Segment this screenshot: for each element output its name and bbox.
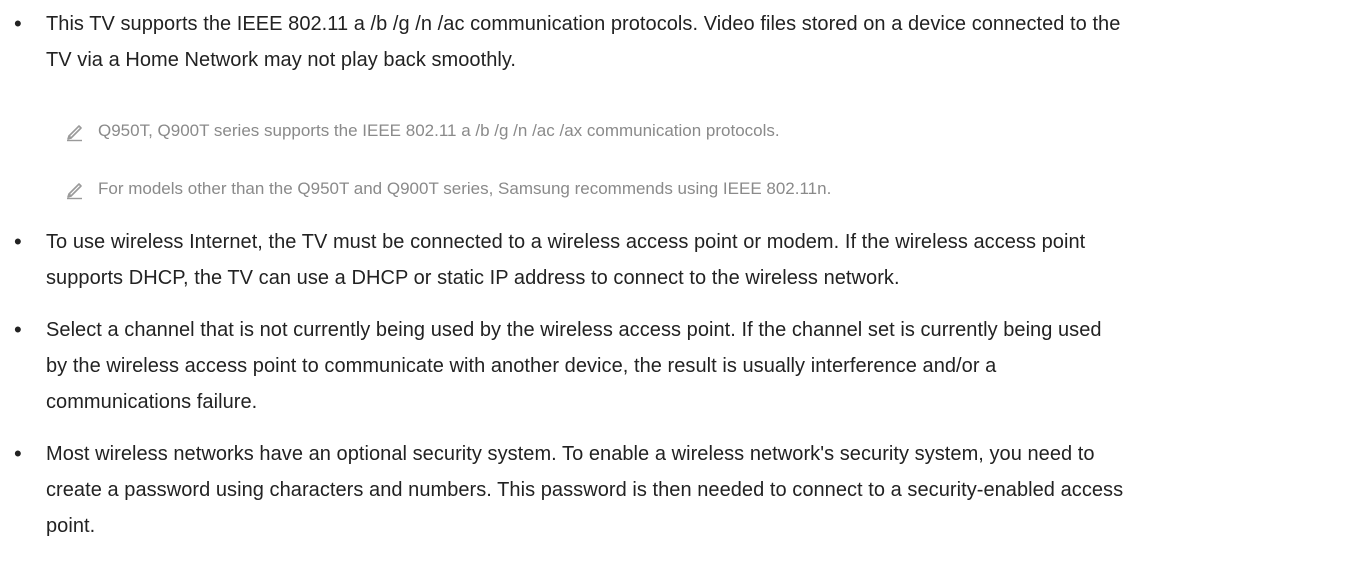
note-text: Q950T, Q900T series supports the IEEE 80… — [98, 121, 780, 140]
pencil-note-icon — [64, 178, 86, 200]
bullet-text: To use wireless Internet, the TV must be… — [46, 231, 1086, 289]
bullet-marker: • — [14, 11, 22, 36]
note-text: For models other than the Q950T and Q900… — [98, 179, 832, 198]
bullet-text: Most wireless networks have an optional … — [46, 443, 1124, 537]
document-page: • This TV supports the IEEE 802.11 a /b … — [0, 0, 1364, 583]
bullet-marker: • — [14, 229, 22, 254]
pencil-note-icon — [64, 120, 86, 142]
bullet-text: This TV supports the IEEE 802.11 a /b /g… — [46, 13, 1121, 71]
bullet-marker: • — [14, 317, 22, 342]
bullet-marker: • — [14, 441, 22, 466]
bullet-text: Select a channel that is not currently b… — [46, 319, 1102, 413]
